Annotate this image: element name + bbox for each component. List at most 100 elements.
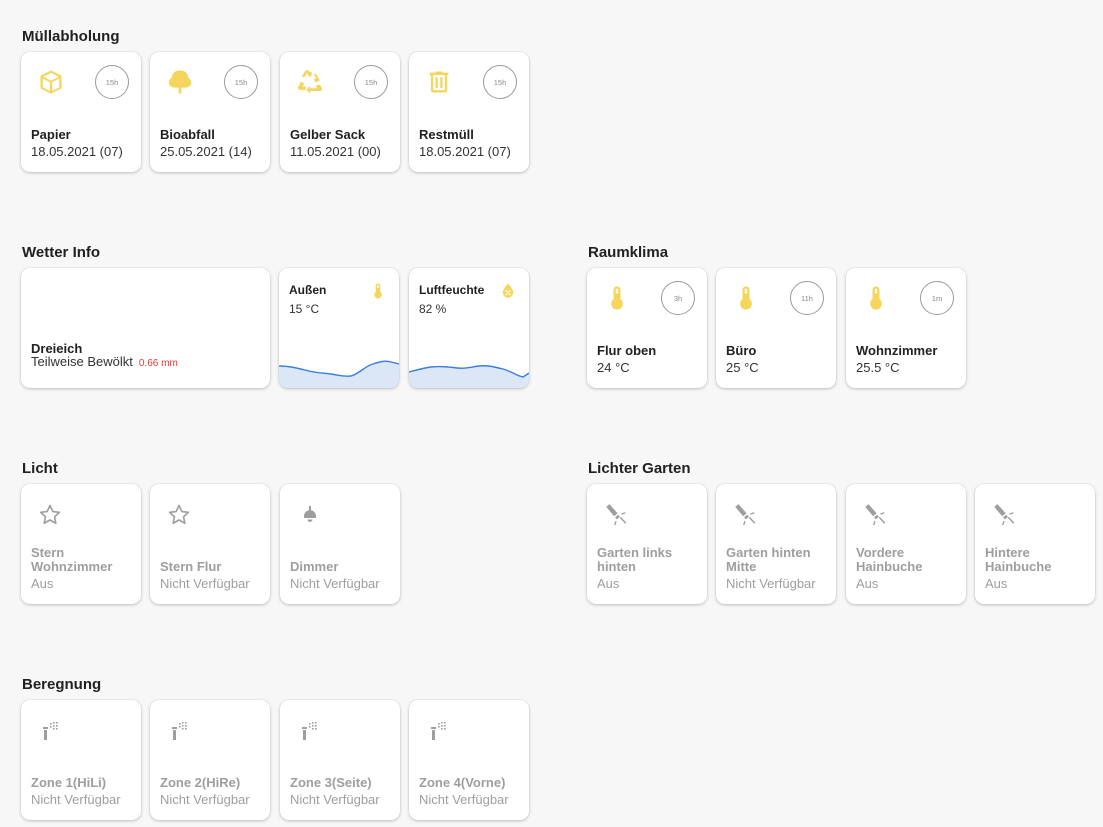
card-name-line: Mitte: [726, 559, 757, 574]
humidity-sparkline: [409, 365, 529, 388]
tree-icon: [168, 70, 192, 94]
card-name: Restmüll: [419, 127, 474, 142]
time-badge: 15h: [483, 65, 517, 99]
card-state: 25.5 °C: [856, 360, 900, 375]
thermometer-icon: [740, 286, 752, 310]
light-card-dimmer[interactable]: Dimmer Nicht Verfügbar: [280, 484, 400, 604]
climate-card-flur-oben[interactable]: 3h Flur oben 24 °C: [587, 268, 707, 388]
irrigation-card-zone-3[interactable]: Zone 3(Seite) Nicht Verfügbar: [280, 700, 400, 820]
card-state: Aus: [31, 576, 54, 591]
card-state: 25.05.2021 (14): [160, 144, 252, 159]
time-badge: 3h: [661, 281, 695, 315]
card-name-line: Garten hinten: [726, 545, 811, 560]
card-state: Aus: [597, 576, 620, 591]
card-name: Zone 2(HiRe): [160, 775, 241, 790]
card-name: Wohnzimmer: [856, 343, 938, 358]
climate-card-wohnzimmer[interactable]: 1m Wohnzimmer 25.5 °C: [846, 268, 966, 388]
time-badge: 15h: [95, 65, 129, 99]
spotlight-icon: [606, 504, 627, 526]
card-name: Hintere Hainbuche: [985, 546, 1089, 574]
irrigation-card-zone-1[interactable]: Zone 1(HiLi) Nicht Verfügbar: [21, 700, 141, 820]
sensor-card-luftfeuchte[interactable]: Luftfeuchte 82 %: [409, 268, 529, 388]
card-name: Büro: [726, 343, 757, 358]
card-name: Bioabfall: [160, 127, 215, 142]
card-name: Garten hinten Mitte: [726, 546, 830, 574]
card-state: 11.05.2021 (00): [290, 144, 381, 159]
garden-light-card-vordere-hainbuche[interactable]: Vordere Hainbuche Aus: [846, 484, 966, 604]
spotlight-icon: [994, 504, 1015, 526]
spotlight-icon: [865, 504, 886, 526]
water-percent-icon: [502, 283, 514, 298]
card-name-line: Hainbuche: [985, 559, 1052, 574]
time-badge: 1m: [920, 281, 954, 315]
star-icon: [39, 504, 61, 525]
card-state: Nicht Verfügbar: [160, 576, 250, 591]
section-title-lichter-garten: Lichter Garten: [588, 460, 691, 477]
sensor-value: 15 °C: [289, 302, 320, 316]
ceiling-light-icon: [304, 506, 316, 522]
garden-light-card-garten-links-hinten[interactable]: Garten links hinten Aus: [587, 484, 707, 604]
thermometer-icon: [870, 286, 882, 310]
section-title-beregnung: Beregnung: [22, 676, 102, 693]
sensor-card-aussen[interactable]: Außen 15 °C: [279, 268, 399, 388]
card-name-line: Vordere: [856, 545, 905, 560]
sprinkler-icon: [172, 722, 187, 740]
card-name: Zone 3(Seite): [290, 775, 372, 790]
card-state: Aus: [985, 576, 1008, 591]
time-badge: 11h: [790, 281, 824, 315]
waste-card-papier[interactable]: 15h Papier 18.05.2021 (07): [21, 52, 141, 172]
spotlight-icon: [735, 504, 756, 526]
section-title-raumklima: Raumklima: [588, 244, 669, 261]
recycle-icon: [297, 70, 323, 94]
card-name: Dimmer: [290, 559, 339, 574]
sensor-name: Außen: [289, 283, 327, 297]
garden-light-card-hintere-hainbuche[interactable]: Hintere Hainbuche Aus: [975, 484, 1095, 604]
card-name: Stern Flur: [160, 559, 222, 574]
weather-card[interactable]: Dreieich Teilweise Bewölkt 0.66 mm: [21, 268, 270, 388]
card-state: Nicht Verfügbar: [31, 792, 121, 807]
card-state: 18.05.2021 (07): [31, 144, 123, 159]
time-badge: 15h: [354, 65, 388, 99]
waste-card-gelber-sack[interactable]: 15h Gelber Sack 11.05.2021 (00): [280, 52, 400, 172]
sprinkler-icon: [431, 722, 446, 740]
card-state: Nicht Verfügbar: [726, 576, 816, 591]
thermometer-icon: [374, 283, 382, 299]
light-card-stern-flur[interactable]: Stern Flur Nicht Verfügbar: [150, 484, 270, 604]
card-name: Zone 1(HiLi): [31, 775, 107, 790]
trash-icon: [429, 71, 449, 93]
waste-card-restmuell[interactable]: 15h Restmüll 18.05.2021 (07): [409, 52, 529, 172]
card-name-line: Hintere: [985, 545, 1030, 560]
sensor-value: 82 %: [419, 302, 447, 316]
card-state: Nicht Verfügbar: [419, 792, 509, 807]
waste-card-bioabfall[interactable]: 15h Bioabfall 25.05.2021 (14): [150, 52, 270, 172]
garden-light-card-garten-hinten-mitte[interactable]: Garten hinten Mitte Nicht Verfügbar: [716, 484, 836, 604]
card-name: Stern Wohnzimmer: [31, 546, 135, 574]
weather-condition-line: Teilweise Bewölkt 0.66 mm: [31, 354, 178, 369]
card-name-line: Stern: [31, 545, 65, 560]
irrigation-card-zone-4[interactable]: Zone 4(Vorne) Nicht Verfügbar: [409, 700, 529, 820]
sensor-name: Luftfeuchte: [419, 283, 485, 297]
section-title-licht: Licht: [22, 460, 58, 477]
light-card-stern-wohnzimmer[interactable]: Stern Wohnzimmer Aus: [21, 484, 141, 604]
climate-card-buero[interactable]: 11h Büro 25 °C: [716, 268, 836, 388]
sprinkler-icon: [302, 722, 317, 740]
card-name: Vordere Hainbuche: [856, 546, 960, 574]
card-state: Nicht Verfügbar: [290, 576, 380, 591]
card-state: 25 °C: [726, 360, 759, 375]
card-state: 18.05.2021 (07): [419, 144, 511, 159]
card-name: Garten links hinten: [597, 546, 701, 574]
thermometer-icon: [611, 286, 623, 310]
temperature-sparkline: [279, 360, 399, 388]
card-state: Nicht Verfügbar: [290, 792, 380, 807]
card-state: Nicht Verfügbar: [160, 792, 250, 807]
time-badge: 15h: [224, 65, 258, 99]
irrigation-card-zone-2[interactable]: Zone 2(HiRe) Nicht Verfügbar: [150, 700, 270, 820]
section-title-muellabholung: Müllabholung: [22, 28, 120, 45]
card-state: Aus: [856, 576, 879, 591]
card-name-line: Garten links: [597, 545, 673, 560]
weather-condition: Teilweise Bewölkt: [31, 354, 133, 369]
weather-precipitation: 0.66 mm: [138, 358, 178, 369]
card-name: Flur oben: [597, 343, 657, 358]
card-name: Papier: [31, 127, 71, 142]
card-state: 24 °C: [597, 360, 630, 375]
